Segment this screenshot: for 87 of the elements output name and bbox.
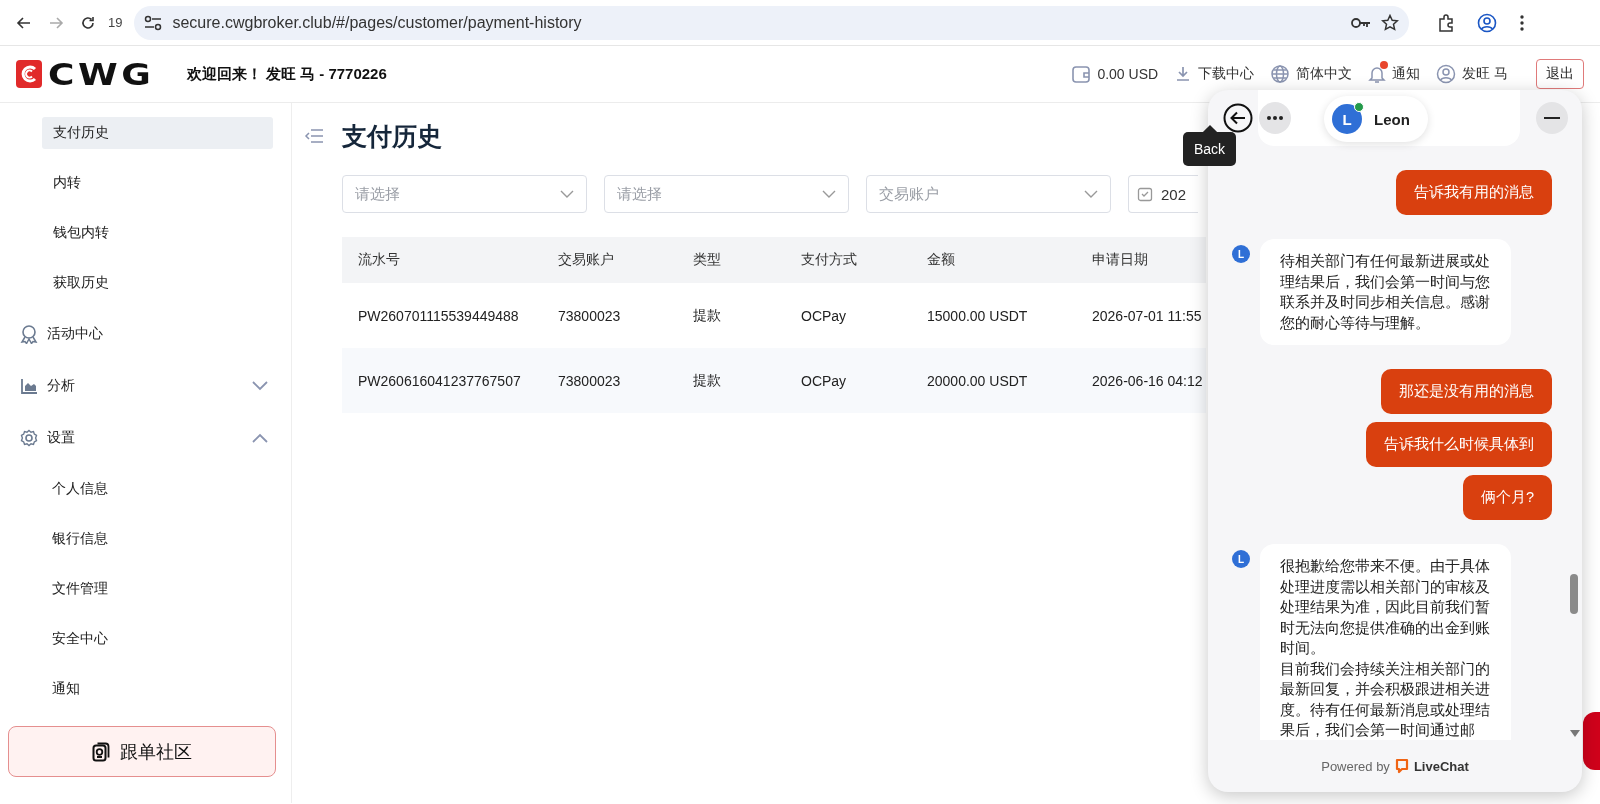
table-cell-text: 2026-06-16 04:12 [1091,372,1204,389]
visitor-message: 告诉我有用的消息 [1396,170,1552,215]
balance-link[interactable]: 0.00 USD [1071,64,1159,84]
key-icon[interactable] [1351,16,1372,29]
menu-icon[interactable] [1519,13,1526,32]
sidebar-item[interactable]: 安全中心 [0,614,291,664]
column-header: 支付方式 [800,251,858,269]
table-cell-text: PW260616041237767507 [357,372,522,389]
chart-icon [20,377,38,395]
welcome-text: 欢迎回来！ 发旺 马 - 7770226 [186,64,387,84]
sidebar-group[interactable]: 分析 [0,360,291,412]
column-header: 交易账户 [557,251,615,269]
agent-avatar: L [1232,245,1250,263]
sidebar-item[interactable]: 支付历史 [42,117,273,149]
column-header: 金额 [926,251,956,269]
chat-launcher-button[interactable] [1583,712,1600,770]
table-cell-text: OCPay [800,307,848,324]
agent-avatar: L [1332,104,1362,134]
message-paragraph: 目前我们会持续关注相关部门的最新回复，并会积极跟进相关进度。待有任何最新消息或处理结果后，我们会第一时间通过邮 [1280,659,1491,740]
table-cell-text: PW260701115539449488 [357,307,520,324]
table-cell-text: 15000.00 USDT [926,307,1029,324]
sidebar-item[interactable]: 钱包内转 [42,217,273,249]
visitor-message: 告诉我什么时候具体到 [1366,422,1552,467]
address-bar[interactable]: secure.cwgbroker.club/#/pages/customer/payment-history [134,5,1410,40]
logo-mark-icon [16,60,42,88]
download-link[interactable]: 下载中心 [1174,65,1255,83]
table-cell-text: 73800023 [557,307,622,324]
sidebar-group[interactable]: 设置 [0,412,291,464]
reload-icon [80,14,96,31]
sidebar-item[interactable]: 获取历史 [42,267,273,299]
column-header: 流水号 [357,251,401,269]
calendar-icon [1137,186,1153,202]
scroll-down-icon[interactable] [1570,730,1580,738]
wallet-icon [1071,64,1092,84]
forward-arrow-icon [48,14,64,31]
user-icon [1436,64,1457,84]
extensions-icon[interactable] [1437,13,1456,32]
chevron-down-icon [822,190,836,198]
visitor-message: 那还是没有用的消息 [1381,369,1552,414]
visitor-message: 俩个月? [1462,475,1552,520]
agent-avatar: L [1232,550,1250,568]
date-field[interactable]: 202 [1128,175,1198,213]
message-paragraph: 待相关部门有任何最新进展或处理结果后，我们会第一时间与您联系并及时同步相关信息。感谢您的耐心等待与理解。 [1280,252,1491,333]
back-button[interactable] [1222,102,1254,134]
profile-icon[interactable] [1477,12,1498,33]
sidebar-item[interactable]: 文件管理 [0,564,291,614]
sidebar-item[interactable]: 银行信息 [0,514,291,564]
sidebar-item[interactable]: 个人信息 [0,464,291,514]
sidebar-item[interactable]: 内转 [42,167,273,199]
url-text: secure.cwgbroker.club/#/pages/customer/payment-history [172,13,583,32]
table-cell-text: 20000.00 USDT [926,372,1029,389]
brand-name: LiveChat [1413,758,1469,774]
column-header: 类型 [692,251,722,269]
bell-icon [1368,64,1387,84]
back-arrow-icon [16,14,32,31]
more-icon [1267,116,1283,120]
message-paragraph: 很抱歉给您带来不便。由于具体处理进度需以相关部门的审核及处理结果为准，因此目前我们暂时无法向您提供准确的出金到账时间。 [1280,557,1491,658]
community-button[interactable]: 跟单社区 [8,726,276,777]
notifications-link[interactable]: 通知 [1368,64,1421,84]
scrollbar-thumb[interactable] [1570,574,1578,614]
table-cell-text: OCPay [800,372,848,389]
logo[interactable]: CWG [16,56,159,92]
column-header: 申请日期 [1091,251,1149,269]
agent-name: Leon [1374,110,1410,128]
table-cell-text: 73800023 [557,372,622,389]
page-title: 支付历史 [342,120,442,152]
minimize-button[interactable] [1536,102,1568,134]
table-cell-text: 提款 [692,306,722,325]
sidebar-item[interactable]: 通知 [0,664,291,714]
chevron-down-icon [560,190,574,198]
award-icon [20,324,38,344]
user-menu[interactable]: 发旺 马 [1436,64,1508,84]
table-cell-text: 2026-07-01 11:55 [1091,307,1203,324]
table-cell-text: 提款 [692,371,722,390]
powered-by-text: Powered by [1321,758,1390,774]
chat-bubble-icon [1394,758,1409,774]
globe-icon [1270,64,1291,84]
star-icon[interactable] [1381,13,1400,32]
tab-count: 19 [108,15,123,30]
chevron-down-icon [1084,190,1098,198]
language-link[interactable]: 简体中文 [1270,64,1353,84]
site-settings-icon [144,14,163,31]
minimize-icon [1544,117,1560,119]
sidebar-group[interactable]: 活动中心 [0,308,291,360]
settings-icon [20,429,38,447]
document-icon [92,741,110,762]
logout-button[interactable]: 退出 [1536,59,1584,89]
